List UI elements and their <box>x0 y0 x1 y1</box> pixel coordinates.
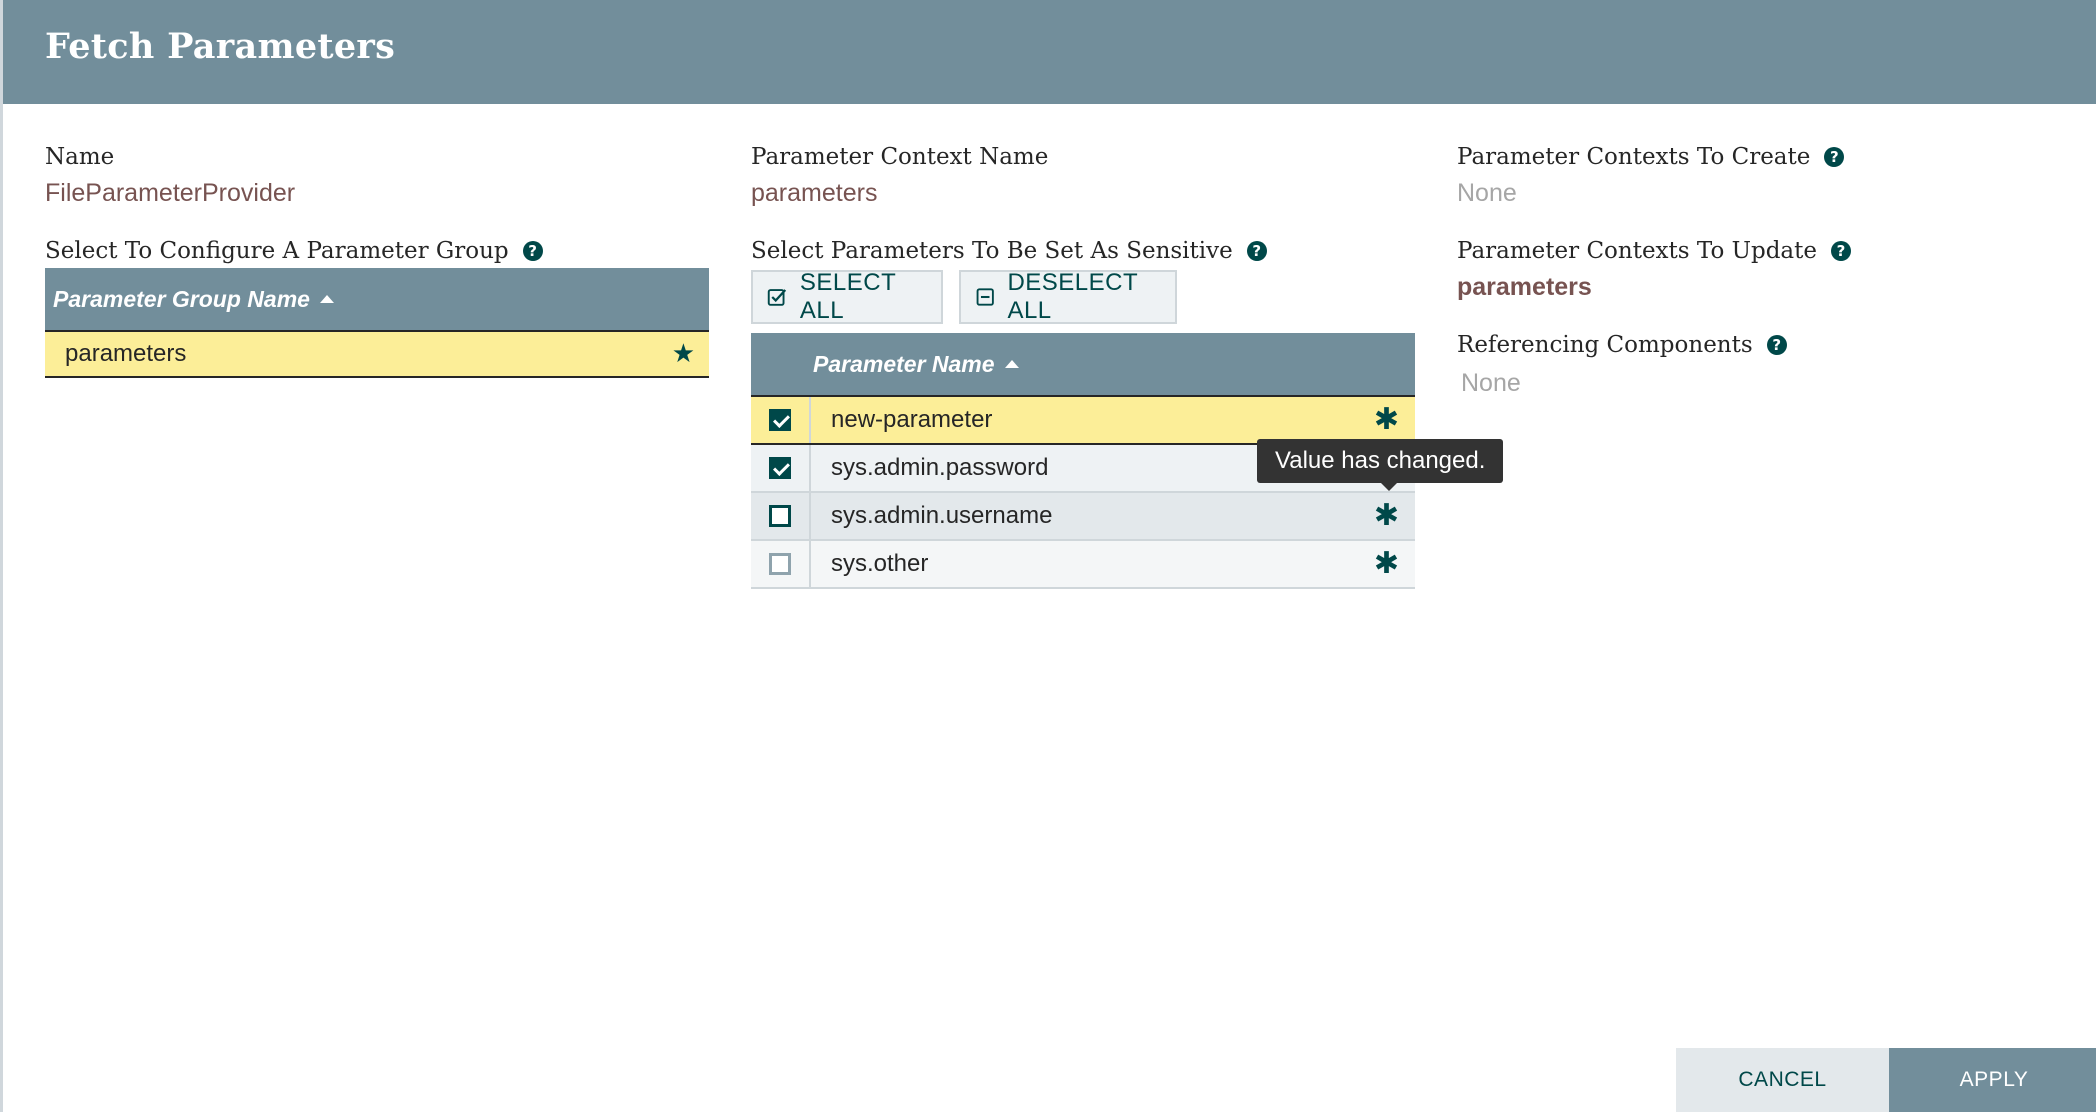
table-row[interactable]: sys.other ✱ <box>751 541 1415 589</box>
column-header-label: Parameter Name <box>813 350 995 377</box>
middle-column: Parameter Context Name parameters Select… <box>751 140 1415 268</box>
parameter-name: sys.admin.password <box>831 454 1049 481</box>
row-checkbox[interactable] <box>769 553 791 575</box>
parameter-group-name: parameters <box>65 340 187 367</box>
table-row[interactable]: new-parameter ✱ <box>751 397 1415 445</box>
referencing-value: None <box>1461 369 1521 397</box>
dialog-title: Fetch Parameters <box>45 26 396 67</box>
column-header-label: Parameter Group Name <box>53 285 310 312</box>
sort-ascending-icon <box>1004 360 1019 368</box>
context-label-text: Parameter Context Name <box>751 144 1049 170</box>
referencing-label: Referencing Components ? <box>1457 328 2057 362</box>
name-value: FileParameterProvider <box>45 179 296 207</box>
apply-label: APPLY <box>1959 1068 2029 1091</box>
create-label-text: Parameter Contexts To Create <box>1457 144 1811 170</box>
group-label-text: Select To Configure A Parameter Group <box>45 238 509 264</box>
row-checkbox[interactable] <box>769 457 791 479</box>
table-row[interactable]: sys.admin.username ✱ <box>751 493 1415 541</box>
sort-ascending-icon <box>319 295 334 303</box>
parameter-name: sys.other <box>831 550 929 577</box>
table-row[interactable]: parameters ★ <box>45 332 709 378</box>
sensitive-label: Select Parameters To Be Set As Sensitive… <box>751 234 1415 268</box>
group-label: Select To Configure A Parameter Group ? <box>45 234 709 268</box>
create-value: None <box>1457 179 1517 207</box>
help-icon[interactable]: ? <box>1246 241 1267 261</box>
cancel-button[interactable]: CANCEL <box>1676 1048 1889 1112</box>
deselect-all-button[interactable]: DESELECT ALL <box>959 269 1177 324</box>
update-label-text: Parameter Contexts To Update <box>1457 238 1817 264</box>
cancel-label: CANCEL <box>1738 1068 1827 1091</box>
context-label: Parameter Context Name <box>751 140 1415 174</box>
fetch-parameters-dialog: Fetch Parameters Name FileParameterProvi… <box>0 0 2096 1112</box>
deselect-all-label: DESELECT ALL <box>1007 269 1138 324</box>
star-icon: ★ <box>671 339 695 369</box>
row-checkbox-cell <box>751 397 811 443</box>
help-icon[interactable]: ? <box>1824 147 1845 167</box>
checkbox-checked-icon <box>767 289 787 306</box>
right-column: Parameter Contexts To Create ? None Para… <box>1457 140 2057 400</box>
update-label: Parameter Contexts To Update ? <box>1457 234 2057 268</box>
context-value: parameters <box>751 179 878 207</box>
value-changed-icon[interactable]: ✱ <box>1374 405 1399 435</box>
help-icon[interactable]: ? <box>1766 335 1787 355</box>
parameter-name: sys.admin.username <box>831 502 1053 529</box>
grid-header-parameter-name[interactable]: Parameter Name <box>751 333 1415 397</box>
name-label: Name <box>45 140 709 174</box>
dialog-header: Fetch Parameters <box>3 0 2096 104</box>
parameter-name: new-parameter <box>831 406 993 433</box>
referencing-label-text: Referencing Components <box>1457 332 1753 358</box>
update-value: parameters <box>1457 273 1592 301</box>
help-icon[interactable]: ? <box>1831 241 1851 261</box>
row-checkbox[interactable] <box>769 505 791 527</box>
row-checkbox-cell <box>751 493 811 539</box>
checkbox-minus-icon <box>976 288 994 306</box>
select-all-label: SELECT ALL <box>799 269 896 324</box>
value-changed-icon[interactable]: ✱ <box>1374 549 1399 579</box>
row-checkbox-cell <box>751 445 811 491</box>
grid-header-parameter-group-name[interactable]: Parameter Group Name <box>45 268 709 332</box>
help-icon[interactable]: ? <box>522 241 543 261</box>
left-column: Name FileParameterProvider Select To Con… <box>45 140 709 378</box>
row-checkbox[interactable] <box>769 409 791 431</box>
create-label: Parameter Contexts To Create ? <box>1457 140 2057 174</box>
row-checkbox-cell <box>751 541 811 587</box>
tooltip: Value has changed. <box>1257 439 1504 491</box>
select-all-button[interactable]: SELECT ALL <box>751 269 943 324</box>
apply-button[interactable]: APPLY <box>1889 1048 2096 1112</box>
parameter-group-grid: Parameter Group Name parameters ★ <box>45 268 709 378</box>
name-label-text: Name <box>45 144 115 170</box>
sensitive-label-text: Select Parameters To Be Set As Sensitive <box>751 238 1233 264</box>
value-changed-icon[interactable]: ✱ <box>1374 501 1399 531</box>
